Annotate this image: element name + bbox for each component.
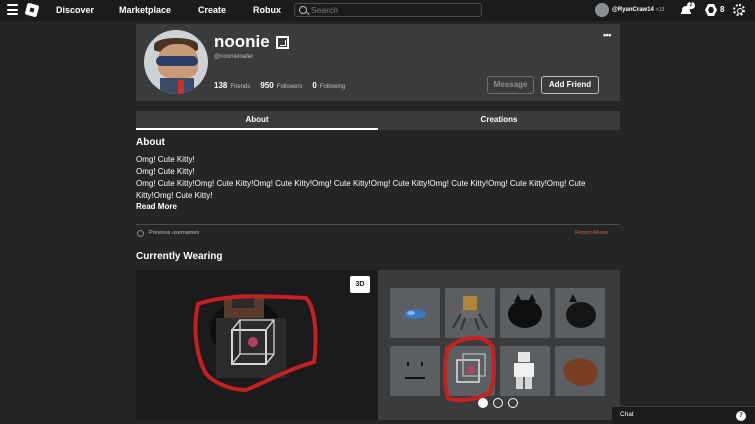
wearing-item[interactable] [555,346,605,396]
wearing-item[interactable] [445,346,495,396]
about-description: Omg! Cute Kitty! Omg! Cute Kitty! Omg! C… [136,154,620,202]
display-name: noonie [214,32,270,51]
nav-robux[interactable]: Robux [253,5,281,15]
report-abuse-link[interactable]: Report Abuse [575,230,608,236]
chat-count-badge: 7 [736,411,746,421]
roblox-logo-icon[interactable] [24,2,40,18]
followers-label[interactable]: Followers [277,84,303,90]
nav-username[interactable]: @RyanCraw14 [612,7,654,13]
wearing-item[interactable] [500,288,550,338]
message-button[interactable]: Message [487,76,534,94]
followers-count[interactable]: 950 [260,81,273,90]
notifications-badge: 2 [687,2,695,9]
blue-accessory-icon [404,309,426,319]
robux-balance[interactable]: 8 [720,5,724,14]
search-icon [299,6,307,14]
nav-discover[interactable]: Discover [56,5,94,15]
section-divider [136,224,620,225]
about-line: Omg! Cute Kitty! [136,167,195,176]
more-options-icon[interactable]: ••• [603,30,611,40]
nav-create[interactable]: Create [198,5,226,15]
wearing-item[interactable] [445,288,495,338]
read-more-link[interactable]: Read More [136,202,177,211]
page-dot-1[interactable] [478,398,488,408]
settings-gear-icon[interactable] [733,4,745,16]
white-outfit-icon [514,352,534,389]
page-dot-2[interactable] [493,398,503,408]
chat-bar[interactable]: Chat 7 [612,406,755,424]
tab-about[interactable]: About [136,111,378,130]
nav-avatar[interactable] [595,3,609,17]
about-line: Omg! Cute Kitty! [136,155,195,164]
spider-robot-icon [452,296,488,331]
black-hair-icon [508,294,542,328]
wearing-item[interactable] [390,288,440,338]
about-heading: About [136,137,165,148]
following-count[interactable]: 0 [312,81,316,90]
nav-age-label: <13 [655,7,665,13]
view-3d-button[interactable]: 3D [350,276,370,293]
black-hair-side-icon [566,294,596,328]
friends-count[interactable]: 138 [214,81,227,90]
wearing-item[interactable] [500,346,550,396]
premium-icon [276,36,289,49]
pagination-dots [478,398,518,408]
face-icon [405,362,425,379]
search-input[interactable]: Search [294,3,482,17]
tab-creations[interactable]: Creations [378,111,620,130]
following-label[interactable]: Following [320,84,345,90]
page-dot-3[interactable] [508,398,518,408]
chat-label[interactable]: Chat [620,411,634,418]
profile-header: noonie @noonieloafer 138 Friends 950 Fol… [136,24,620,101]
friends-label[interactable]: Friends [230,84,250,90]
robux-icon[interactable] [705,4,717,16]
cage-icon [456,353,486,383]
avatar-render [193,294,318,400]
add-friend-button[interactable]: Add Friend [541,76,599,94]
previous-usernames-link[interactable]: Previous usernames [149,230,199,236]
wearing-item[interactable] [390,346,440,396]
nav-marketplace[interactable]: Marketplace [119,5,171,15]
wearing-items-panel [378,270,620,420]
menu-icon[interactable] [7,4,18,16]
top-nav: Discover Marketplace Create Robux Search… [0,0,755,21]
brown-hair-icon [563,358,598,386]
search-placeholder: Search [311,5,338,15]
currently-wearing-heading: Currently Wearing [136,251,223,262]
avatar-viewer[interactable]: 3D [136,270,378,420]
wearing-item[interactable] [555,288,605,338]
profile-avatar [144,30,208,94]
profile-tabs: About Creations [136,111,620,130]
nav-user-link[interactable]: @RyanCraw14 <13 [595,3,664,17]
about-line: Omg! Cute Kitty!Omg! Cute Kitty!Omg! Cut… [136,179,586,200]
history-icon[interactable] [137,230,144,237]
profile-stats: 138 Friends 950 Followers 0 Following [214,81,355,90]
username-handle: @noonieloafer [214,54,254,60]
